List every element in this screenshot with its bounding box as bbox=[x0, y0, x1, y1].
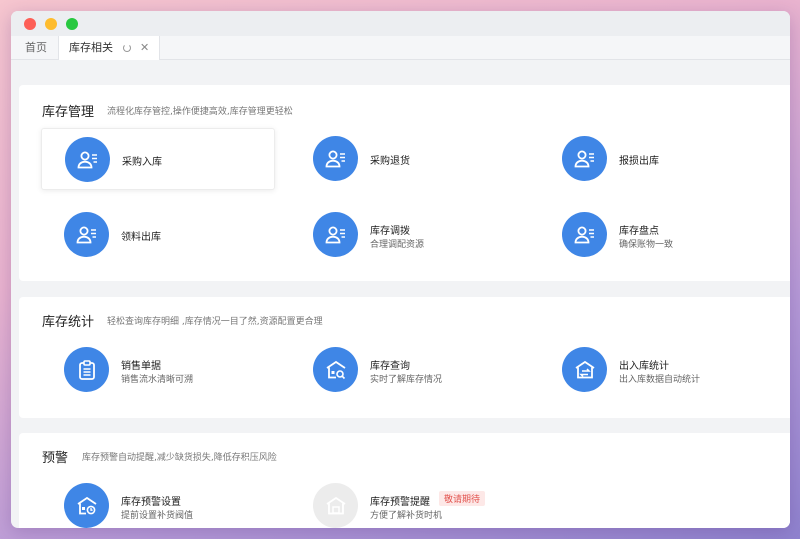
item-subtitle: 销售流水清晰可溯 bbox=[121, 375, 194, 385]
warehouse-transfer-icon bbox=[562, 347, 607, 392]
user-list-icon bbox=[562, 136, 607, 181]
warehouse-search-icon bbox=[313, 347, 358, 392]
item-purchase-return[interactable]: 采购退货 bbox=[290, 128, 524, 190]
section-title: 预警 bbox=[42, 451, 69, 466]
item-stock-transfer[interactable]: 库存调拨 合理调配资源 bbox=[290, 204, 524, 266]
tab-inventory[interactable]: 库存相关 ✕ bbox=[58, 36, 161, 60]
item-label: 库存预警设置 bbox=[121, 497, 181, 508]
item-sales-documents[interactable]: 销售单据 销售流水清晰可溯 bbox=[41, 339, 275, 401]
user-list-icon bbox=[562, 212, 607, 257]
warehouse-clock-icon bbox=[64, 483, 109, 528]
coming-soon-badge: 敬请期待 bbox=[439, 491, 486, 506]
item-damage-out[interactable]: 报损出库 bbox=[539, 128, 773, 190]
item-label: 库存调拨 bbox=[370, 226, 410, 237]
item-subtitle: 提前设置补货阀值 bbox=[121, 511, 194, 521]
item-label: 库存盘点 bbox=[619, 226, 659, 237]
item-warning-reminder[interactable]: 库存预警提醒 敬请期待 方便了解补货时机 bbox=[290, 475, 524, 528]
item-label: 领料出库 bbox=[121, 232, 161, 243]
item-label: 库存查询 bbox=[370, 361, 410, 372]
item-label: 采购入库 bbox=[122, 157, 162, 168]
user-list-icon bbox=[313, 136, 358, 181]
section-inventory-management: 库存管理 流程化库存管控,操作便捷高效,库存管理更轻松 采购入库 采购退货 报损… bbox=[19, 85, 790, 281]
item-stock-query[interactable]: 库存查询 实时了解库存情况 bbox=[290, 339, 524, 401]
section-description: 流程化库存管控,操作便捷高效,库存管理更轻松 bbox=[107, 107, 293, 117]
item-in-out-statistics[interactable]: 出入库统计 出入库数据自动统计 bbox=[539, 339, 773, 401]
item-subtitle: 方便了解补货时机 bbox=[370, 511, 443, 521]
item-subtitle: 实时了解库存情况 bbox=[370, 375, 443, 385]
main-content: 库存管理 流程化库存管控,操作便捷高效,库存管理更轻松 采购入库 采购退货 报损… bbox=[11, 60, 790, 528]
section-title: 库存管理 bbox=[42, 105, 95, 120]
app-window: 首页 库存相关 ✕ 库存管理 流程化库存管控,操作便捷高效,库存管理更轻松 采购… bbox=[11, 11, 790, 528]
section-inventory-statistics: 库存统计 轻松查询库存明细 ,库存情况一目了然,资源配置更合理 销售单据 销售流… bbox=[19, 297, 790, 418]
section-warning: 预警 库存预警自动提醒,减少缺货损失,降低存积压风险 库存预警设置 提前设置补货… bbox=[19, 433, 790, 528]
tab-home[interactable]: 首页 bbox=[25, 36, 47, 60]
tab-bar: 首页 库存相关 ✕ bbox=[11, 36, 790, 60]
item-label: 出入库统计 bbox=[619, 361, 669, 372]
section-title: 库存统计 bbox=[42, 315, 95, 330]
item-purchase-in[interactable]: 采购入库 bbox=[41, 128, 275, 190]
user-list-icon bbox=[313, 212, 358, 257]
item-stock-count[interactable]: 库存盘点 确保账物一致 bbox=[539, 204, 773, 266]
close-window-button[interactable] bbox=[24, 18, 36, 30]
item-subtitle: 出入库数据自动统计 bbox=[619, 375, 701, 385]
item-label: 销售单据 bbox=[121, 361, 161, 372]
close-icon[interactable]: ✕ bbox=[140, 36, 149, 60]
item-subtitle: 确保账物一致 bbox=[619, 240, 674, 250]
minimize-window-button[interactable] bbox=[45, 18, 57, 30]
item-label: 库存预警提醒 bbox=[370, 497, 430, 508]
user-list-icon bbox=[64, 212, 109, 257]
tab-inventory-label: 库存相关 bbox=[69, 41, 113, 54]
item-material-out[interactable]: 领料出库 bbox=[41, 204, 275, 266]
user-list-icon bbox=[65, 137, 110, 182]
section-description: 轻松查询库存明细 ,库存情况一目了然,资源配置更合理 bbox=[107, 317, 323, 327]
item-warning-settings[interactable]: 库存预警设置 提前设置补货阀值 bbox=[41, 475, 275, 528]
warehouse-icon bbox=[313, 483, 358, 528]
item-label: 采购退货 bbox=[370, 156, 410, 167]
maximize-window-button[interactable] bbox=[66, 18, 78, 30]
item-subtitle: 合理调配资源 bbox=[370, 240, 425, 250]
title-bar bbox=[11, 11, 790, 36]
item-label: 报损出库 bbox=[619, 156, 659, 167]
refresh-icon[interactable] bbox=[122, 44, 131, 52]
clipboard-icon bbox=[64, 347, 109, 392]
section-description: 库存预警自动提醒,减少缺货损失,降低存积压风险 bbox=[82, 453, 277, 463]
